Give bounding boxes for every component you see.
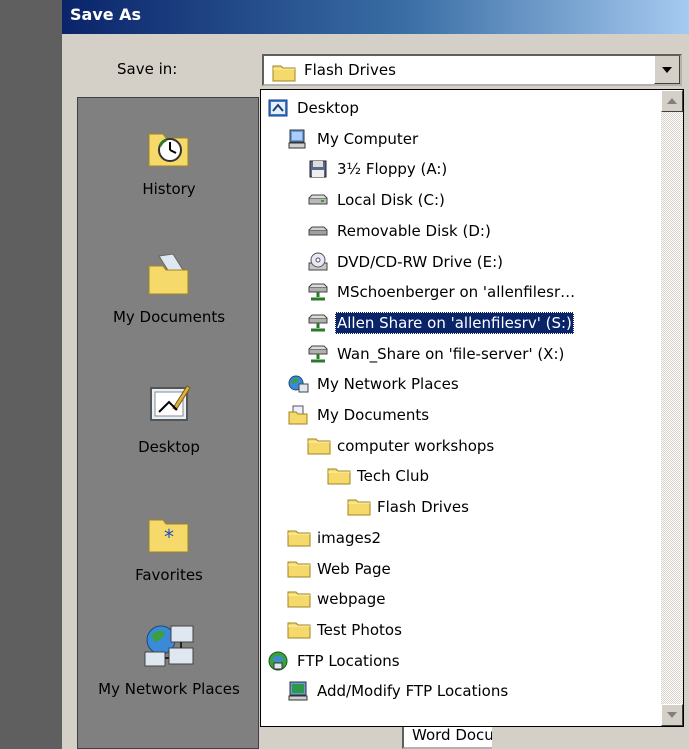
background-strip: [0, 0, 62, 749]
dropdown-item[interactable]: images2: [261, 524, 659, 552]
folder-icon: [327, 465, 351, 489]
dropdown-item-label: Desktop: [297, 99, 359, 117]
network-drive-icon: [307, 343, 329, 369]
combo-dropdown-button[interactable]: [654, 56, 680, 84]
dropdown-item[interactable]: Add/Modify FTP Locations: [261, 677, 659, 705]
folder-icon: [287, 619, 311, 643]
scroll-thumb[interactable]: [661, 112, 683, 712]
dropdown-item-label: MSchoenberger on 'allenfilesr…: [337, 283, 576, 302]
dropdown-item-label: DVD/CD-RW Drive (E:): [337, 252, 503, 271]
network-drive-icon: [307, 312, 329, 338]
cd-drive-icon: [307, 251, 329, 277]
dropdown-item[interactable]: Allen Share on 'allenfilesrv' (S:): [261, 309, 659, 337]
ftp-icon: [267, 650, 289, 676]
folder-icon: [272, 62, 296, 86]
window-title: Save As: [70, 5, 142, 24]
save-in-combobox[interactable]: Flash Drives: [262, 54, 682, 86]
dropdown-item-label: My Network Places: [317, 375, 459, 394]
dropdown-item-label: Add/Modify FTP Locations: [317, 682, 509, 701]
dropdown-item-label: My Computer: [317, 129, 419, 148]
history-icon: [78, 120, 260, 176]
removable-disk-icon: [307, 220, 329, 246]
dropdown-item[interactable]: My Computer: [261, 125, 659, 153]
my-documents-icon: [78, 248, 260, 304]
dropdown-item-label: Web Page: [317, 559, 391, 578]
folder-icon: [287, 558, 311, 582]
scroll-up-button[interactable]: [661, 90, 683, 112]
dropdown-item[interactable]: computer workshops: [261, 432, 659, 460]
save-in-label: Save in:: [117, 60, 177, 78]
place-history-label: History: [142, 180, 196, 198]
dropdown-item-label: FTP Locations: [297, 651, 400, 670]
dropdown-item[interactable]: Wan_Share on 'file-server' (X:): [261, 340, 659, 368]
dropdown-item[interactable]: Tech Club: [261, 462, 659, 490]
dropdown-item[interactable]: 3½ Floppy (A:): [261, 155, 659, 183]
hard-disk-icon: [307, 189, 329, 215]
save-in-label-text: Save in:: [117, 60, 178, 78]
dropdown-item[interactable]: Desktop: [261, 94, 659, 122]
save-in-dropdown-list: Desktop My Computer 3½ Floppy (A:) Local Di…: [260, 89, 684, 727]
place-history[interactable]: History: [78, 120, 260, 202]
dropdown-item[interactable]: MSchoenberger on 'allenfilesr…: [261, 278, 659, 306]
desktop-icon: [267, 97, 289, 123]
network-places-icon: [78, 618, 260, 678]
folder-icon: [307, 435, 331, 459]
floppy-icon: [307, 158, 329, 184]
dropdown-item[interactable]: My Documents: [261, 401, 659, 429]
dropdown-item-label: Tech Club: [357, 467, 430, 486]
dropdown-item-label: webpage: [317, 590, 386, 609]
ftp-add-icon: [287, 680, 309, 706]
place-desktop[interactable]: Desktop: [78, 378, 260, 460]
dropdown-item[interactable]: My Network Places: [261, 370, 659, 398]
dropdown-item-label: Wan_Share on 'file-server' (X:): [337, 344, 565, 363]
dropdown-item[interactable]: DVD/CD-RW Drive (E:): [261, 248, 659, 276]
dropdown-item[interactable]: Test Photos: [261, 616, 659, 644]
dropdown-item[interactable]: FTP Locations: [261, 647, 659, 675]
scroll-down-button[interactable]: [661, 704, 683, 726]
place-my-documents[interactable]: My Documents: [78, 248, 260, 330]
dropdown-item-label: images2: [317, 528, 382, 547]
folder-icon: [347, 496, 371, 520]
dropdown-item-label: Removable Disk (D:): [337, 221, 491, 240]
dropdown-item-label: Flash Drives: [377, 498, 469, 517]
dropdown-item-label: Test Photos: [317, 620, 402, 639]
save-as-type-value: Word Document (*.doc): [412, 726, 492, 744]
place-desktop-label: Desktop: [138, 438, 200, 456]
network-drive-icon: [307, 281, 329, 307]
network-places-icon: [287, 373, 309, 399]
dropdown-item-label: My Documents: [317, 406, 430, 424]
dropdown-item-label: Local Disk (C:): [337, 191, 445, 210]
place-network[interactable]: My Network Places: [78, 618, 260, 700]
desktop-icon: [78, 378, 260, 434]
dropdown-item-label: 3½ Floppy (A:): [337, 160, 448, 179]
my-documents-icon: [287, 404, 309, 430]
dropdown-item-label: computer workshops: [337, 436, 495, 455]
dropdown-item[interactable]: Local Disk (C:): [261, 186, 659, 214]
dropdown-item-label: Allen Share on 'allenfilesrv' (S:): [335, 311, 574, 334]
svg-text:*: *: [164, 525, 174, 549]
title-bar[interactable]: Save As: [62, 0, 689, 34]
places-bar: History My Documents Desktop * Favorites…: [77, 97, 259, 749]
dropdown-item[interactable]: Removable Disk (D:): [261, 217, 659, 245]
place-network-label: My Network Places: [98, 680, 240, 698]
my-computer-icon: [287, 128, 309, 154]
favorites-icon: *: [78, 506, 260, 562]
folder-icon: [287, 527, 311, 551]
save-as-dialog: Save As Save in: Flash Drives History My…: [62, 0, 689, 749]
folder-icon: [287, 588, 311, 612]
dropdown-scrollbar[interactable]: [661, 90, 683, 726]
place-favorites[interactable]: * Favorites: [78, 506, 260, 588]
place-my-documents-label: My Documents: [112, 308, 226, 326]
dropdown-item[interactable]: webpage: [261, 585, 659, 613]
save-in-value: Flash Drives: [304, 61, 396, 79]
place-favorites-label: Favorites: [135, 566, 203, 584]
dropdown-item[interactable]: Web Page: [261, 555, 659, 583]
dropdown-item[interactable]: Flash Drives: [261, 493, 659, 521]
